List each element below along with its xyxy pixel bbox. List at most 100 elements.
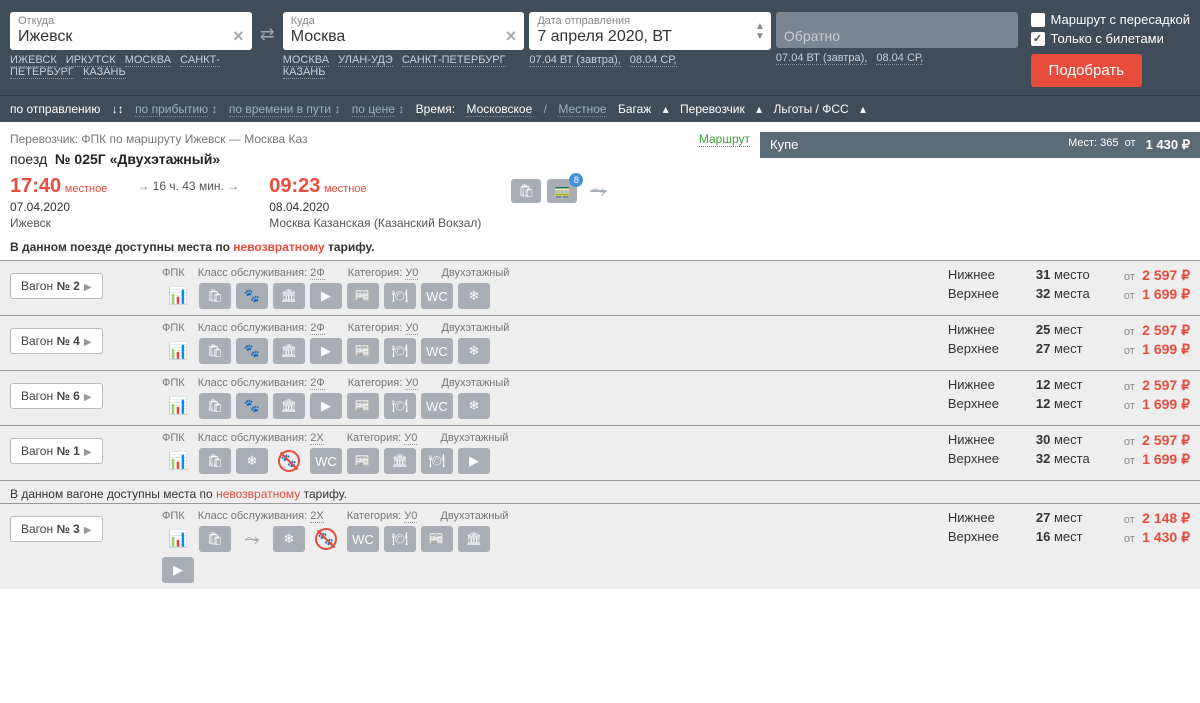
bag-icon: 🛍	[199, 283, 231, 309]
arrival-block: 09:23 местное 08.04.2020 Москва Казанска…	[269, 175, 481, 230]
wagon-row: Вагон № 2▶ ФПК Класс обслуживания: 2Ф Ка…	[0, 260, 1200, 315]
date-stepper-icon[interactable]: ▲▼	[755, 22, 765, 42]
to-field[interactable]: Куда Москва ×	[283, 12, 525, 50]
wagon-row: Вагон № 6▶ ФПК Класс обслуживания: 2Ф Ка…	[0, 370, 1200, 425]
graph-icon: 📊	[162, 283, 194, 309]
food-icon: 🍽	[384, 338, 416, 364]
return-quick-links: 07.04 ВТ (завтра), 08.04 СР,	[776, 52, 1018, 64]
seat-info: Нижнее 25 мест от 2 597 ₽ Верхнее 27 мес…	[930, 322, 1190, 360]
filter-carrier[interactable]: Перевозчик ▴	[680, 102, 762, 116]
date-field[interactable]: Дата отправления 7 апреля 2020, ВТ ▲▼	[529, 12, 771, 50]
no-pet-icon: 🐾	[273, 448, 305, 474]
news-icon: 📰	[347, 393, 379, 419]
snow-icon: ❄	[458, 338, 490, 364]
wagon-nonrefund-note: В данном вагоне доступны места по невозв…	[0, 480, 1200, 503]
pet-icon: 🐾	[236, 393, 268, 419]
clear-from-icon[interactable]: ×	[233, 26, 244, 47]
date-quick-links: 07.04 ВТ (завтра), 08.04 СР,	[529, 54, 771, 66]
seat-info: Нижнее 31 место от 2 597 ₽ Верхнее 32 ме…	[930, 267, 1190, 305]
snow-icon: ❄	[458, 393, 490, 419]
pet-icon: 🐾	[236, 283, 268, 309]
from-quick-links: ИЖЕВСК ИРКУТСК МОСКВА САНКТ-ПЕТЕРБУРГ КА…	[10, 54, 252, 78]
media-icon: ▶	[310, 393, 342, 419]
nonrefund-note: В данном поезде доступны места по невозв…	[10, 240, 750, 254]
departure-block: 17:40 местное 07.04.2020 Ижевск	[10, 175, 107, 230]
wagon-row: Вагон № 3▶ ФПК Класс обслуживания: 2Х Ка…	[0, 503, 1200, 589]
media-icon: ▶	[162, 557, 194, 583]
return-field[interactable]: Обратно	[776, 12, 1018, 48]
sort-duration[interactable]: по времени в пути	[229, 102, 331, 117]
food-icon: 🍽	[384, 526, 416, 552]
food-icon: 🍽	[421, 448, 453, 474]
duration: → 16 ч. 43 мин. →	[137, 179, 239, 193]
sort-departure[interactable]: по отправлению ↓↕	[10, 102, 124, 116]
wagon-button[interactable]: Вагон № 3▶	[10, 516, 103, 542]
sort-arrival[interactable]: по прибытию	[135, 102, 208, 117]
quick-link[interactable]: САНКТ-ПЕТЕРБУРГ	[402, 54, 506, 67]
route-link[interactable]: Маршрут	[699, 132, 750, 147]
no-bed-icon: ⤳	[583, 179, 613, 203]
wagon-button[interactable]: Вагон № 4▶	[10, 328, 103, 354]
carrier-text: Перевозчик: ФПК по маршруту Ижевск — Мос…	[10, 132, 308, 147]
to-quick-links: МОСКВА УЛАН-УДЭ САНКТ-ПЕТЕРБУРГ КАЗАНЬ	[283, 54, 525, 78]
wagon-row: Вагон № 1▶ ФПК Класс обслуживания: 2Х Ка…	[0, 425, 1200, 480]
sort-price[interactable]: по цене	[352, 102, 395, 117]
time-local[interactable]: Местное	[558, 102, 606, 117]
graph-icon: 📊	[162, 526, 194, 552]
search-header: Откуда Ижевск × ИЖЕВСК ИРКУТСК МОСКВА СА…	[0, 0, 1200, 95]
column-icon: 🏛	[273, 338, 305, 364]
bag-icon: 🛍	[199, 393, 231, 419]
from-field[interactable]: Откуда Ижевск ×	[10, 12, 252, 50]
seat-info: Нижнее 30 мест от 2 597 ₽ Верхнее 32 мес…	[930, 432, 1190, 470]
no-bed-icon: ⤳	[236, 526, 268, 552]
column-icon: 🏛	[273, 283, 305, 309]
wc-icon: WC	[310, 448, 342, 474]
graph-icon: 📊	[162, 393, 194, 419]
filter-baggage[interactable]: Багаж ▴	[618, 102, 669, 116]
snow-icon: ❄	[458, 283, 490, 309]
news-icon: 📰	[347, 338, 379, 364]
column-icon: 🏛	[384, 448, 416, 474]
media-icon: ▶	[310, 283, 342, 309]
time-moscow[interactable]: Московское	[466, 102, 532, 117]
carriage-icon: 🚃	[547, 179, 577, 203]
wagon-button[interactable]: Вагон № 2▶	[10, 273, 103, 299]
clear-to-icon[interactable]: ×	[506, 26, 517, 47]
column-icon: 🏛	[458, 526, 490, 552]
train-name: поезд № 025Г «Двухэтажный»	[10, 151, 750, 167]
wc-icon: WC	[347, 526, 379, 552]
quick-link[interactable]: МОСКВА	[125, 54, 171, 67]
seat-info: Нижнее 27 мест от 2 148 ₽ Верхнее 16 мес…	[930, 510, 1190, 548]
wc-icon: WC	[421, 338, 453, 364]
wagon-button[interactable]: Вагон № 1▶	[10, 438, 103, 464]
swap-icon[interactable]: ⇄	[257, 12, 278, 45]
quick-link[interactable]: КАЗАНЬ	[283, 66, 326, 79]
wc-icon: WC	[421, 393, 453, 419]
submit-button[interactable]: Подобрать	[1031, 54, 1143, 87]
pet-icon: 🐾	[236, 338, 268, 364]
sort-bar: по отправлению ↓↕ по прибытию ↕ по време…	[0, 95, 1200, 122]
news-icon: 📰	[347, 448, 379, 474]
quick-link[interactable]: КАЗАНЬ	[83, 66, 126, 79]
news-icon: 📰	[421, 526, 453, 552]
tickets-checkbox[interactable]: ✓Только с билетами	[1031, 31, 1191, 46]
bag-icon: 🛍	[199, 338, 231, 364]
quick-link[interactable]: 07.04 ВТ (завтра),	[776, 52, 867, 65]
quick-link[interactable]: 08.04 СР,	[876, 52, 923, 65]
compartment-bar[interactable]: Купе Мест: 365 от 1 430 ₽	[760, 132, 1200, 158]
quick-link[interactable]: 07.04 ВТ (завтра),	[529, 54, 620, 67]
graph-icon: 📊	[162, 448, 194, 474]
seat-info: Нижнее 12 мест от 2 597 ₽ Верхнее 12 мес…	[930, 377, 1190, 415]
bag-icon: 🛍	[511, 179, 541, 203]
media-icon: ▶	[310, 338, 342, 364]
food-icon: 🍽	[384, 283, 416, 309]
wagon-button[interactable]: Вагон № 6▶	[10, 383, 103, 409]
transfer-checkbox[interactable]: Маршрут с пересадкой	[1031, 12, 1191, 27]
quick-link[interactable]: 08.04 СР,	[630, 54, 677, 67]
no-pet-icon: 🐾	[310, 526, 342, 552]
media-icon: ▶	[458, 448, 490, 474]
food-icon: 🍽	[384, 393, 416, 419]
train-amenities: 🛍 🚃 ⤳	[511, 179, 613, 203]
quick-link[interactable]: УЛАН-УДЭ	[338, 54, 393, 67]
filter-benefits[interactable]: Льготы / ФСС ▴	[773, 102, 866, 116]
